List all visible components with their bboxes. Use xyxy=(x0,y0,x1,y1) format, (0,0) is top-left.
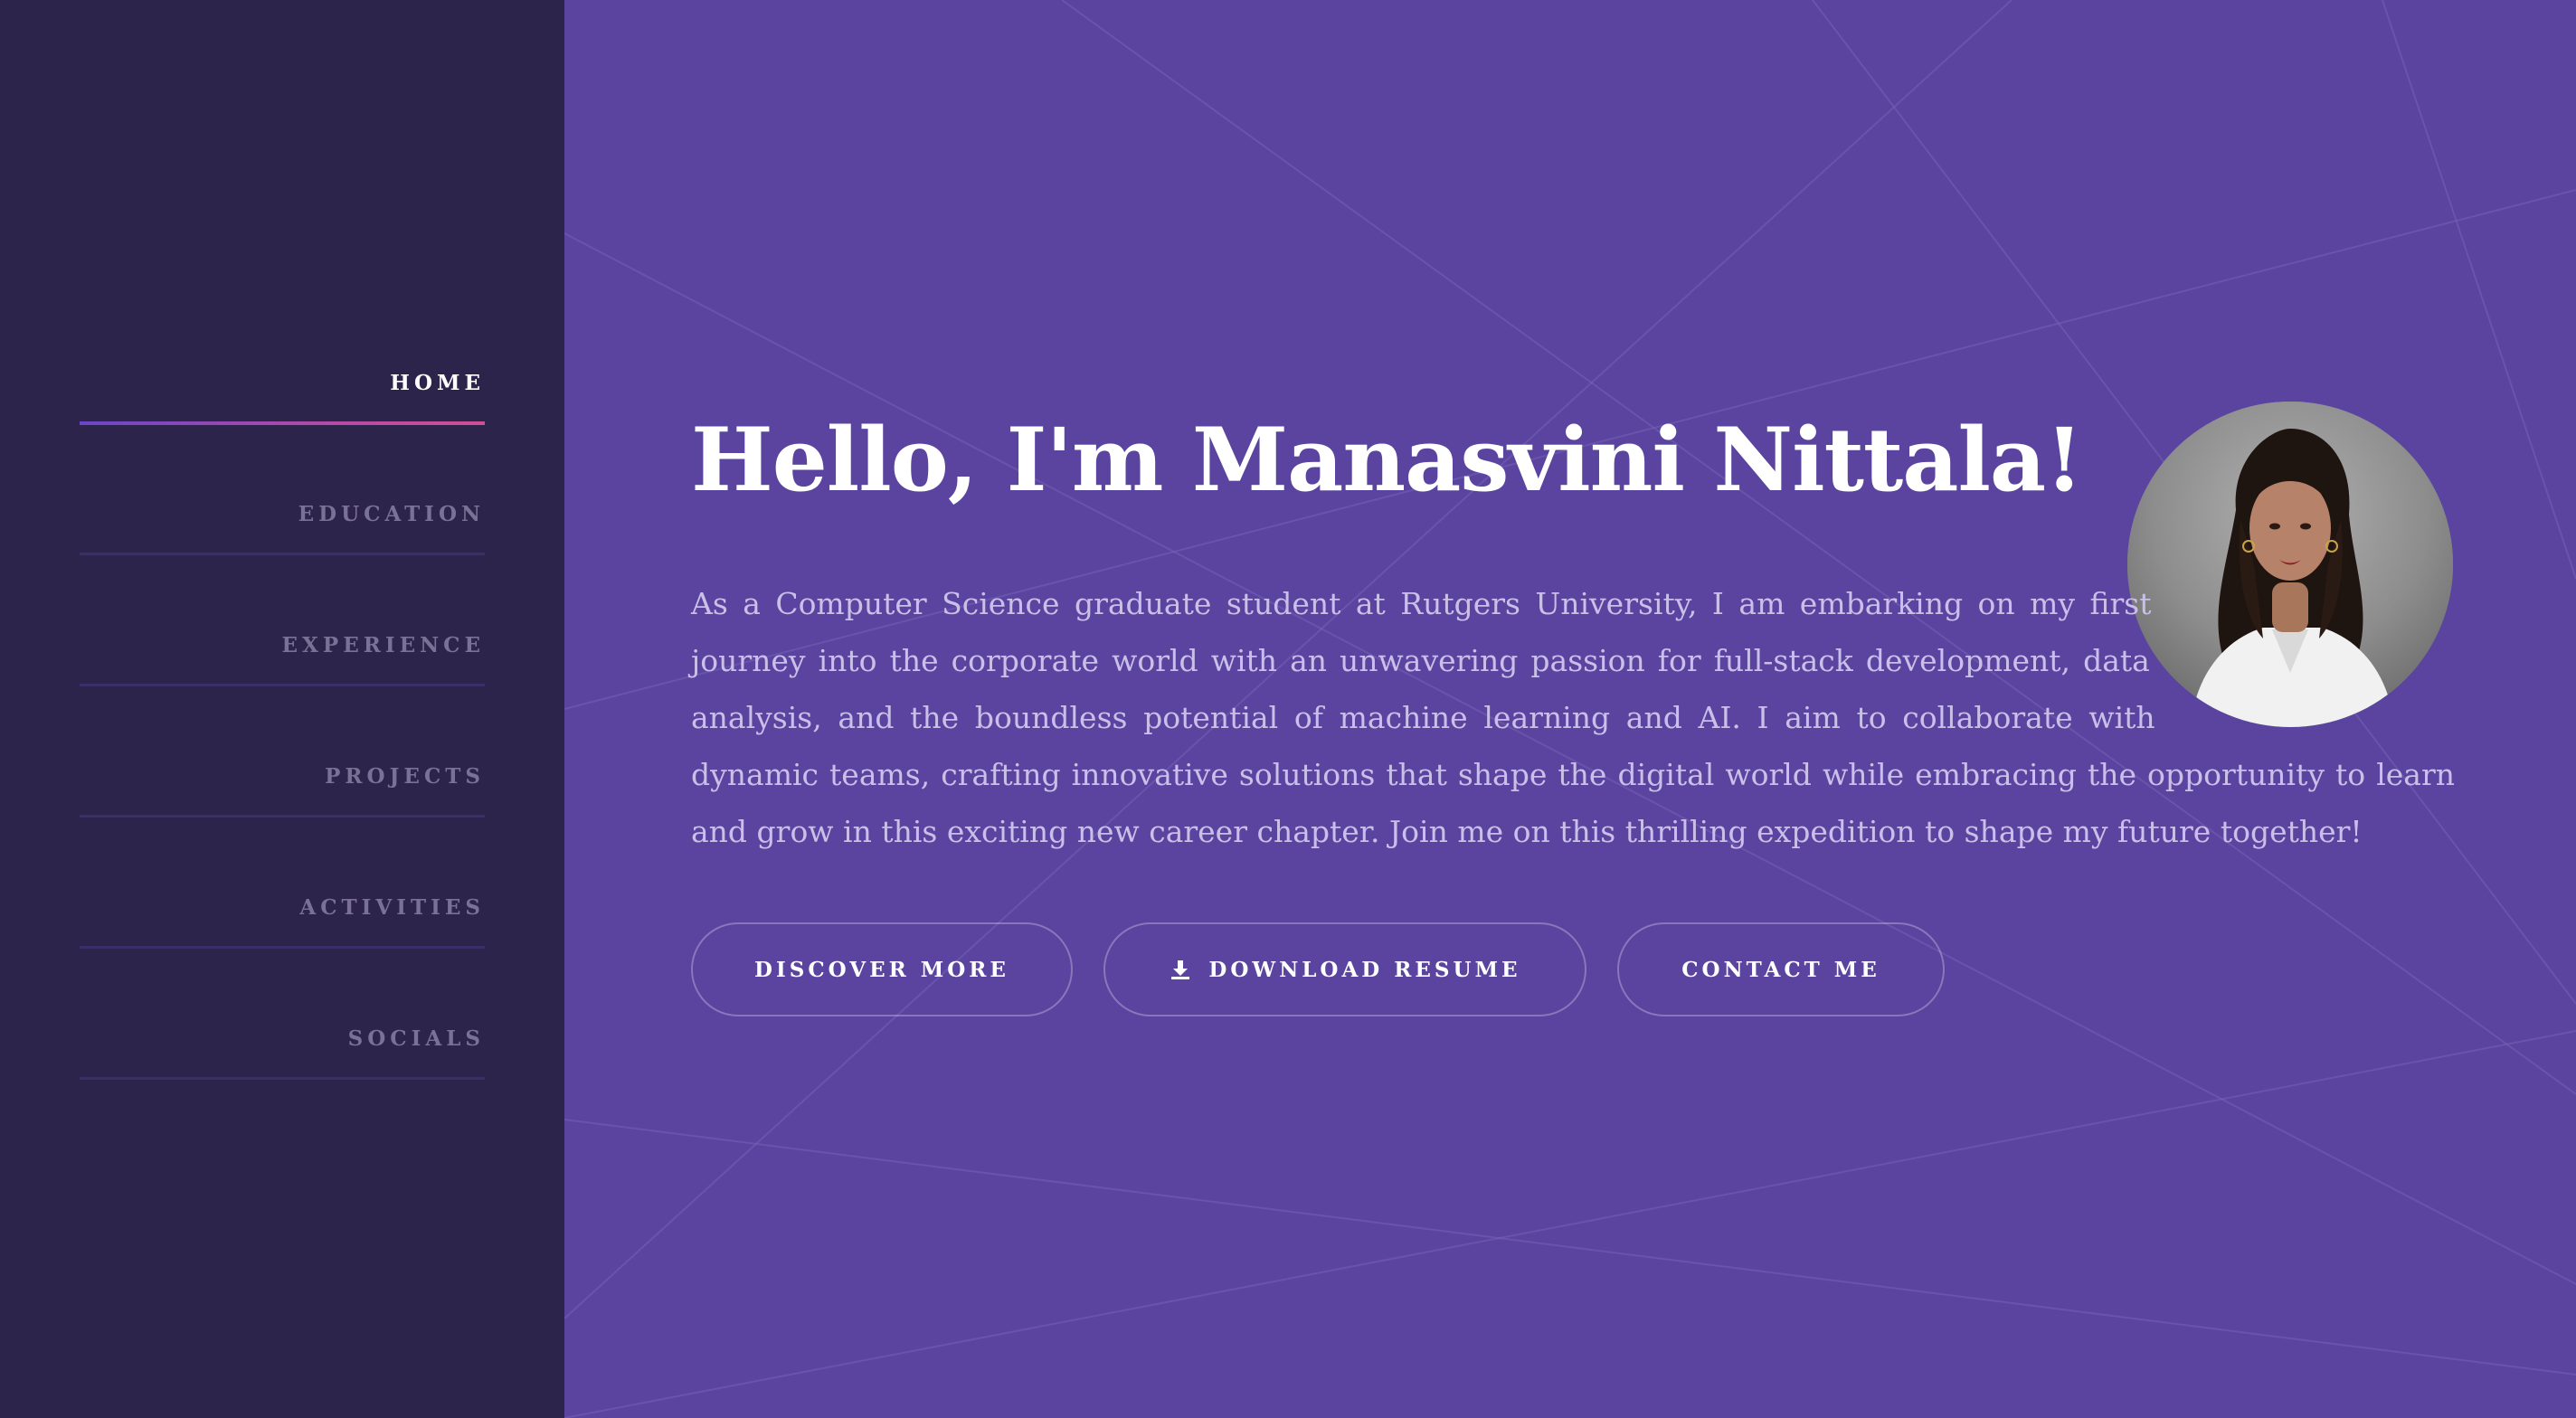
nav-divider xyxy=(80,553,485,555)
nav-item-label: EDUCATION xyxy=(298,502,485,526)
nav-item-label: EXPERIENCE xyxy=(281,633,485,657)
intro-paragraph: As a Computer Science graduate student a… xyxy=(691,575,2455,860)
page-title: Hello, I'm Manasvini Nittala! xyxy=(691,409,2083,511)
nav-divider xyxy=(80,815,485,818)
nav-item-label: ACTIVITIES xyxy=(299,895,485,920)
sidebar-nav: HOME EDUCATION EXPERIENCE PROJECTS ACTIV… xyxy=(80,353,485,1139)
nav-divider xyxy=(80,684,485,686)
nav-divider xyxy=(80,946,485,949)
hero-section: Hello, I'm Manasvini Nittala! As a Compu… xyxy=(564,0,2576,1418)
download-resume-button[interactable]: DOWNLOAD RESUME xyxy=(1103,922,1586,1016)
nav-item-education[interactable]: EDUCATION xyxy=(80,484,485,615)
contact-me-button[interactable]: CONTACT ME xyxy=(1617,922,1945,1016)
nav-divider xyxy=(80,1077,485,1080)
nav-item-activities[interactable]: ACTIVITIES xyxy=(80,877,485,1008)
nav-item-home[interactable]: HOME xyxy=(80,353,485,484)
nav-item-label: SOCIALS xyxy=(347,1026,485,1051)
nav-item-label: HOME xyxy=(390,371,485,395)
discover-more-button[interactable]: DISCOVER MORE xyxy=(691,922,1073,1016)
discover-more-label: DISCOVER MORE xyxy=(754,957,1009,982)
download-resume-label: DOWNLOAD RESUME xyxy=(1208,957,1521,982)
nav-item-socials[interactable]: SOCIALS xyxy=(80,1008,485,1139)
sidebar: HOME EDUCATION EXPERIENCE PROJECTS ACTIV… xyxy=(0,0,564,1418)
contact-me-label: CONTACT ME xyxy=(1681,957,1880,982)
nav-item-label: PROJECTS xyxy=(325,764,485,789)
nav-active-underline xyxy=(80,421,485,425)
download-icon xyxy=(1169,958,1192,981)
nav-item-projects[interactable]: PROJECTS xyxy=(80,746,485,877)
nav-item-experience[interactable]: EXPERIENCE xyxy=(80,615,485,746)
